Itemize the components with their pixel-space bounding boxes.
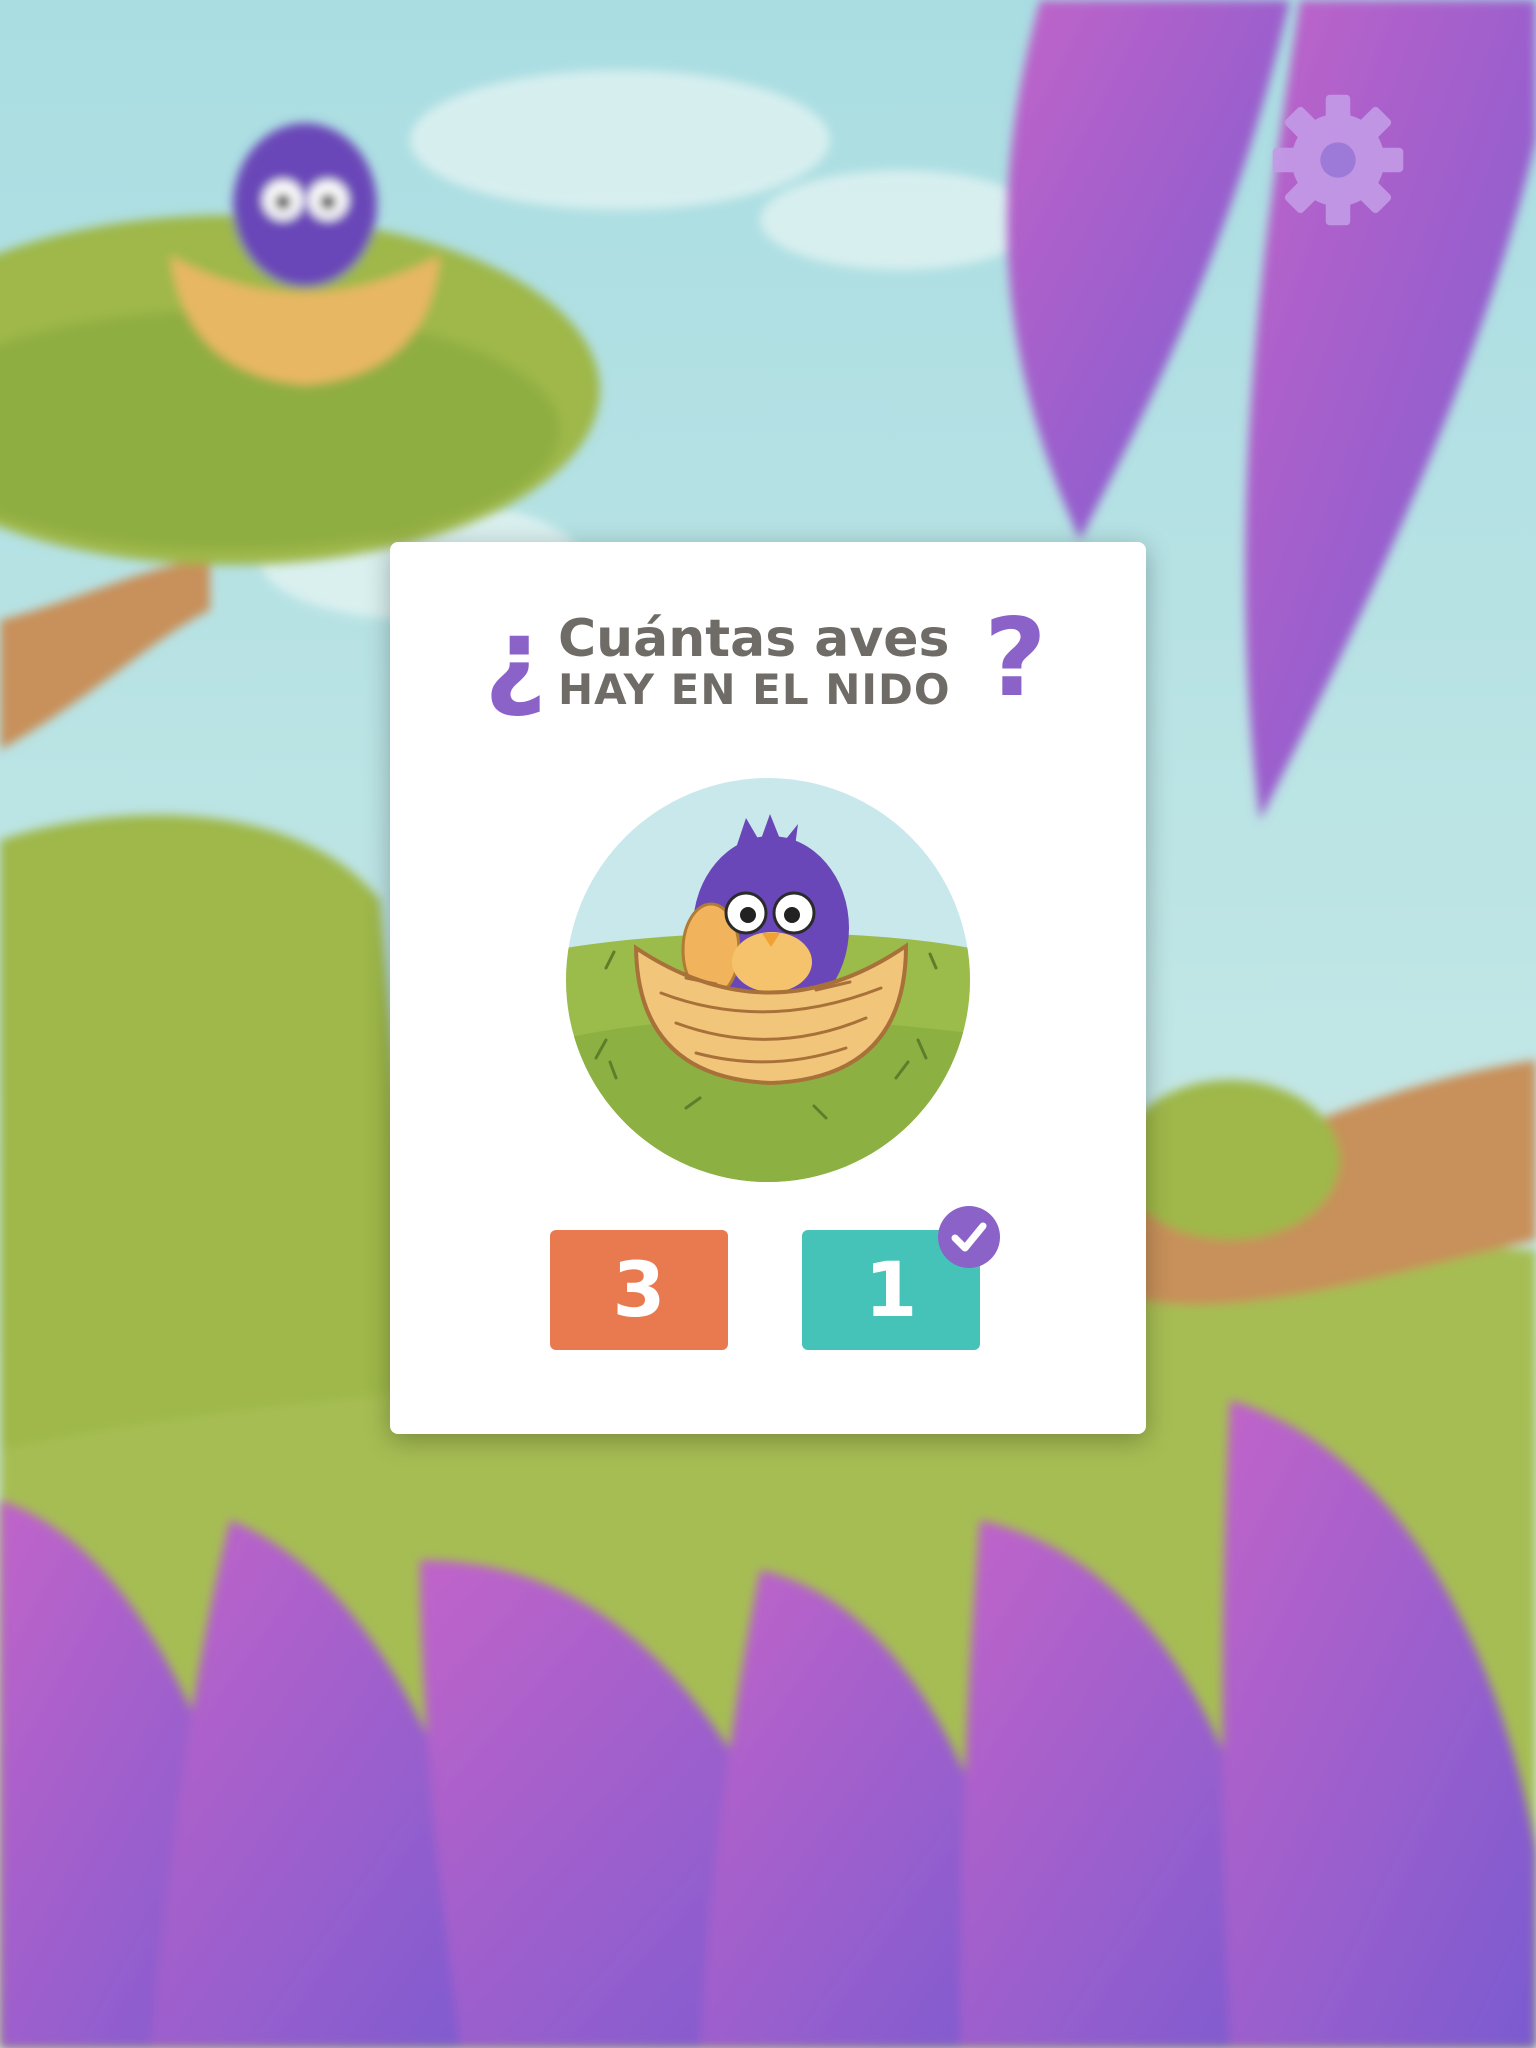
question-line-2: HAY EN EL NIDO	[558, 665, 951, 714]
question-card: ¿ Cuántas aves HAY EN EL NIDO ? 3 1	[390, 542, 1146, 1434]
answer-option-3[interactable]: 3	[550, 1230, 728, 1350]
question-title: ¿ Cuántas aves HAY EN EL NIDO ?	[390, 604, 1146, 720]
answer-option-1[interactable]: 1	[802, 1206, 1000, 1350]
game-screen: ¿ Cuántas aves HAY EN EL NIDO ? 3 1	[0, 0, 1536, 2048]
check-icon	[951, 1222, 987, 1252]
question-line-1: Cuántas aves	[558, 609, 950, 669]
answer-label: 3	[612, 1245, 666, 1334]
bird-in-nest-picture	[566, 778, 970, 1182]
settings-button[interactable]	[1270, 92, 1406, 228]
question-open-mark: ¿	[484, 596, 547, 721]
gear-icon	[1272, 94, 1404, 226]
correct-badge	[938, 1206, 1000, 1268]
question-close-mark: ?	[984, 596, 1047, 721]
